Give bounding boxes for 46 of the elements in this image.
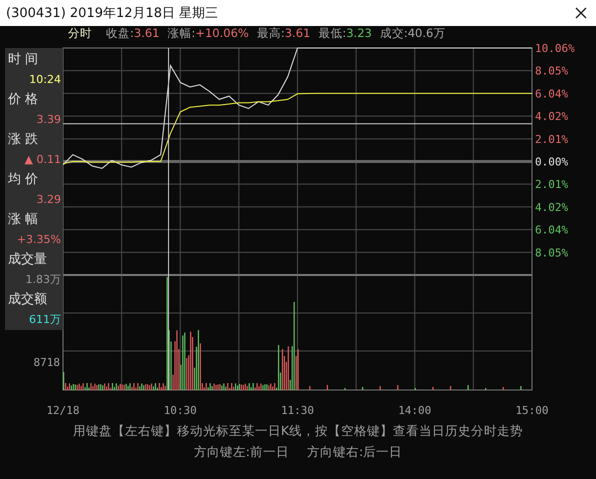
info-label: 成交额 (8, 291, 48, 309)
info-label: 时 间 (8, 51, 40, 69)
stat-value: 3.23 (346, 26, 372, 41)
info-value: +3.35% (16, 232, 61, 248)
info-value: 611万 (28, 312, 61, 328)
axis-label: 12/18 (46, 404, 80, 417)
info-label: 均 价 (8, 171, 40, 189)
stat-label: 最高: (256, 26, 285, 41)
hint-text: 用键盘【左右键】移动光标至某一日K线，按【空格键】查看当日历史分时走势 (72, 423, 524, 440)
info-value: 10:24 (28, 72, 61, 88)
axis-label: 14:00 (398, 404, 432, 417)
info-label: 成交量 (8, 251, 48, 269)
axis-label: 6.04% (535, 224, 568, 237)
axis-label: 0.00% (535, 156, 568, 168)
info-value: 3.29 (36, 192, 61, 208)
axis-label: 6.04% (535, 87, 568, 100)
close-icon (575, 7, 587, 19)
axis-label: 15:00 (515, 404, 549, 417)
stat-label: 收盘: (106, 26, 134, 41)
axis-label: 8.05% (535, 64, 568, 78)
axis-label: 4.02% (535, 110, 568, 124)
info-label: 价 格 (8, 91, 40, 109)
axis-label: 8718 (34, 356, 60, 369)
axis-label: 8.05% (535, 246, 568, 260)
stat-label: 成交: (380, 26, 408, 41)
stat-value: 3.61 (134, 26, 160, 41)
info-label: 涨 幅 (8, 211, 40, 229)
info-value: 3.39 (36, 112, 61, 128)
axis-label: 11:30 (280, 404, 314, 417)
stat-label: 最低: (318, 26, 346, 41)
axis-label: 2.01% (535, 178, 568, 192)
axis-label: 10:30 (164, 404, 197, 417)
stat-label: 涨幅: (167, 26, 196, 41)
window-title: (300431) 2019年12月18日 星期三 (6, 5, 218, 22)
info-value: 1.83万 (24, 272, 61, 288)
info-value: ▲ 0.11 (24, 152, 61, 168)
stat-value: +10.06% (195, 26, 249, 41)
hint-text: 方向键右:后一日 (307, 444, 402, 461)
axis-label: 4.02% (535, 200, 568, 214)
axis-label: 10.06% (535, 42, 575, 55)
axis-label: 2.01% (535, 132, 568, 146)
stat-value: 3.61 (284, 26, 310, 41)
hint-text: 方向键左:前一日 (194, 444, 289, 461)
info-label: 涨 跌 (8, 131, 40, 149)
stat-value: 40.6万 (408, 26, 446, 41)
mode-label: 分时 (68, 26, 92, 41)
